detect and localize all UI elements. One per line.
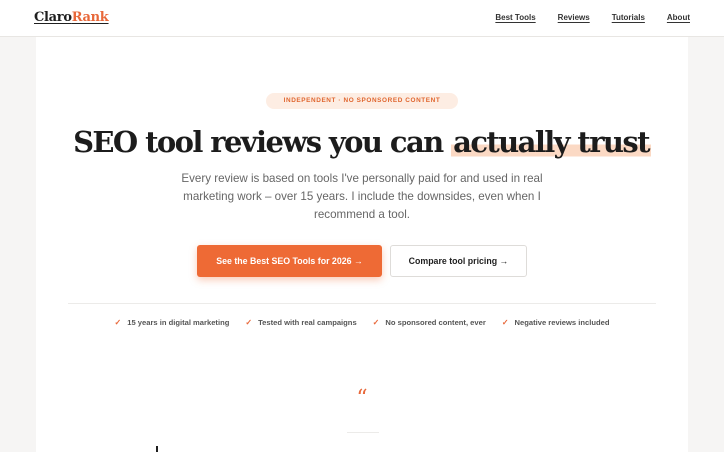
trust-item: ✓ Tested with real campaigns (245, 318, 356, 327)
trust-strip: ✓ 15 years in digital marketing ✓ Tested… (0, 318, 724, 327)
trust-item: ✓ No sponsored content, ever (373, 318, 486, 327)
headline-main: SEO tool reviews you can (73, 125, 452, 159)
see-best-tools-button[interactable]: See the Best SEO Tools for 2026 → (197, 245, 382, 277)
hero-headline: SEO tool reviews you can actually trust (0, 122, 724, 162)
trust-item: ✓ Negative reviews included (502, 318, 610, 327)
headline-highlight: actually trust (451, 125, 651, 159)
hero-subtitle: Every review is based on tools I've pers… (181, 172, 543, 221)
nav-links: Best Tools Reviews Tutorials About (495, 13, 690, 22)
brand-logo[interactable]: ClaroRank (34, 10, 109, 25)
check-icon: ✓ (245, 318, 253, 327)
check-icon: ✓ (372, 318, 380, 327)
brand-name-part1: Claro (34, 10, 72, 25)
trust-item-label: 15 years in digital marketing (127, 318, 230, 327)
quote-divider (347, 432, 379, 433)
nav-link-about[interactable]: About (667, 13, 690, 22)
section-divider (68, 303, 656, 304)
independent-badge: INDEPENDENT · NO SPONSORED CONTENT (266, 93, 458, 109)
check-icon: ✓ (114, 318, 122, 327)
trust-item-label: No sponsored content, ever (385, 318, 486, 327)
trust-item-label: Tested with real campaigns (258, 318, 357, 327)
nav-link-reviews[interactable]: Reviews (558, 13, 590, 22)
nav-link-best-tools[interactable]: Best Tools (495, 13, 535, 22)
cropped-content-fragment (156, 446, 158, 452)
trust-item-label: Negative reviews included (514, 318, 610, 327)
quote-mark-icon: “ (356, 386, 368, 411)
brand-name-part2: Rank (71, 10, 109, 25)
check-icon: ✓ (501, 318, 509, 327)
compare-pricing-button[interactable]: Compare tool pricing → (390, 245, 527, 277)
trust-item: ✓ 15 years in digital marketing (115, 318, 230, 327)
top-nav: ClaroRank Best Tools Reviews Tutorials A… (0, 0, 724, 37)
nav-link-tutorials[interactable]: Tutorials (612, 13, 645, 22)
